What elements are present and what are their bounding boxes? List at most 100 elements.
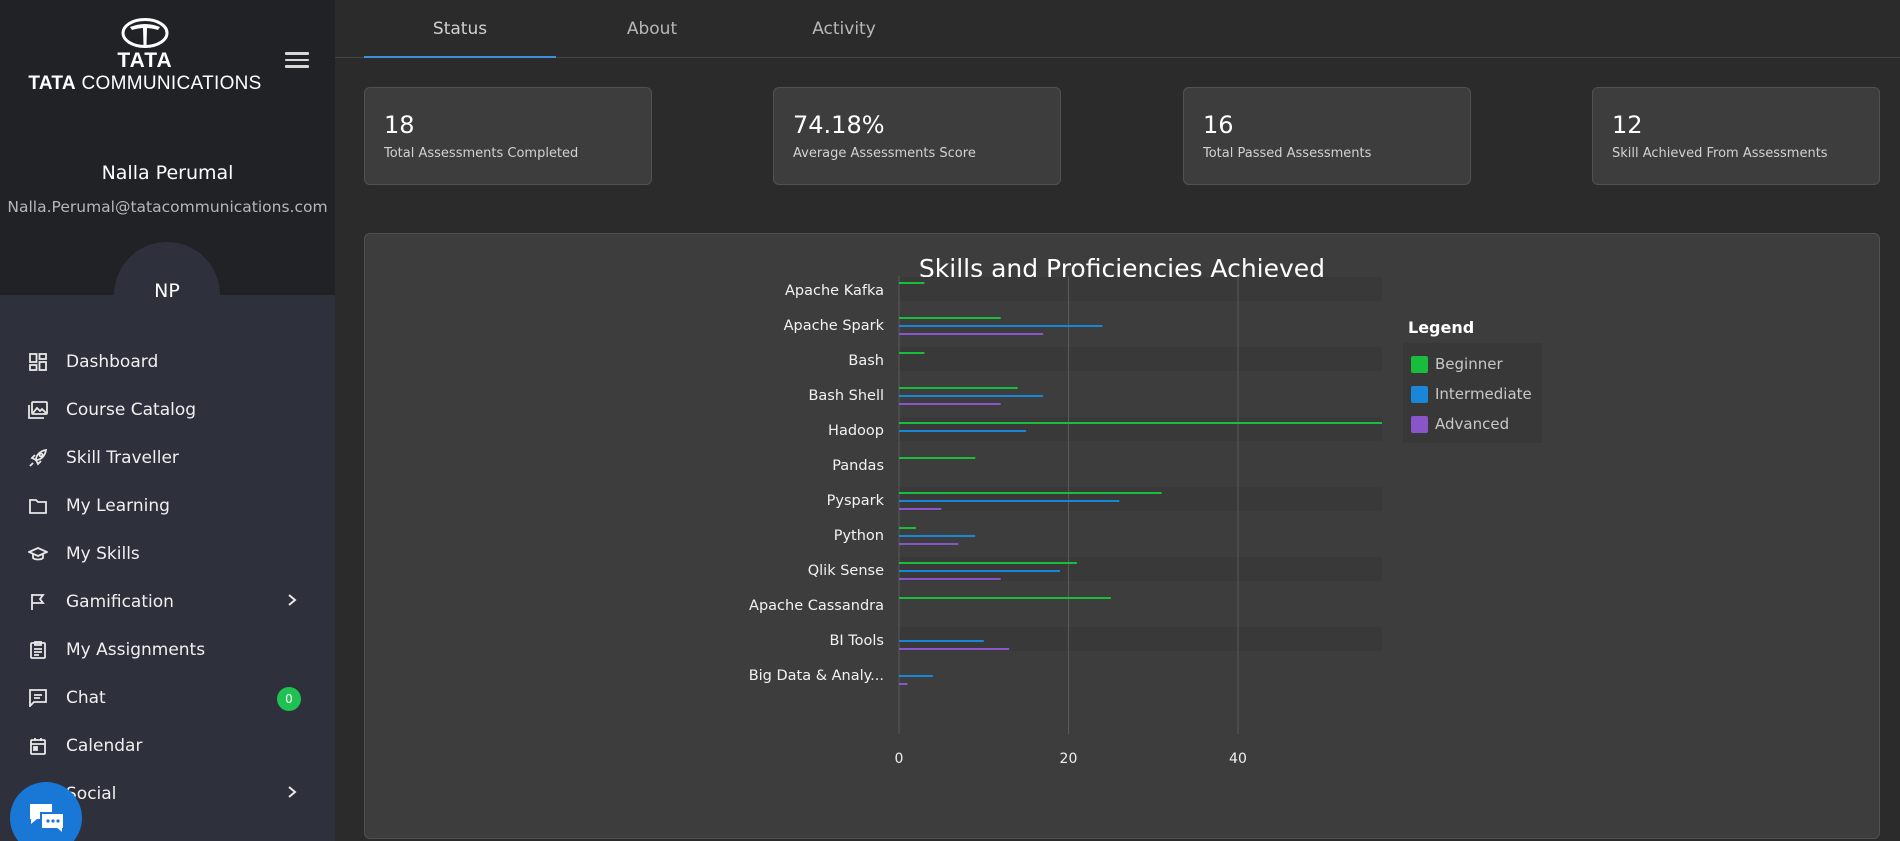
legend-box: Beginner Intermediate Advanced	[1403, 343, 1542, 443]
category-label: Apache Kafka	[785, 283, 884, 299]
bar-advanced[interactable]	[899, 683, 908, 685]
category-label: Hadoop	[828, 423, 884, 439]
flag-icon	[28, 592, 48, 612]
category-label: Apache Cassandra	[749, 598, 884, 614]
bar-beginner[interactable]	[899, 562, 1077, 564]
row-band	[899, 557, 1382, 581]
chart-legend: Legend Beginner Intermediate Advanced	[1403, 318, 1542, 443]
legend-label: Intermediate	[1435, 385, 1532, 403]
category-label: Apache Spark	[784, 318, 885, 334]
user-name: Nalla Perumal	[101, 162, 234, 184]
bar-beginner[interactable]	[899, 282, 925, 284]
legend-swatch	[1411, 415, 1428, 433]
stat-label: Average Assessments Score	[793, 146, 976, 161]
avatar[interactable]: NP	[114, 242, 220, 348]
category-label: Pandas	[832, 458, 884, 474]
legend-item-advanced[interactable]: Advanced	[1411, 409, 1532, 439]
sidebar-item-calendar[interactable]: Calendar	[0, 722, 335, 770]
bar-advanced[interactable]	[899, 333, 1044, 335]
stat-label: Total Passed Assessments	[1203, 146, 1372, 161]
tata-communications-logo[interactable]: TATA TATA COMMUNICATIONS	[20, 18, 270, 103]
sidebar-item-my-skills[interactable]: My Skills	[0, 530, 335, 578]
stat-card-average-score: 74.18% Average Assessments Score	[773, 87, 1061, 185]
stat-label: Total Assessments Completed	[384, 146, 579, 161]
sidebar-item-course-catalog[interactable]: Course Catalog	[0, 386, 335, 434]
bar-beginner[interactable]	[899, 317, 1001, 319]
sidebar-item-my-assignments[interactable]: My Assignments	[0, 626, 335, 674]
row-band	[899, 417, 1382, 441]
sidebar-item-label: Course Catalog	[66, 400, 197, 420]
bar-intermediate[interactable]	[899, 500, 1120, 502]
chevron-right-icon[interactable]	[287, 785, 297, 799]
sidebar-item-skill-traveller[interactable]: Skill Traveller	[0, 434, 335, 482]
bar-intermediate[interactable]	[899, 430, 1027, 432]
row-band	[899, 627, 1382, 651]
tab-status[interactable]: Status	[364, 0, 556, 58]
stat-label: Skill Achieved From Assessments	[1612, 146, 1828, 161]
tab-about[interactable]: About	[556, 0, 748, 58]
sidebar: TATA TATA COMMUNICATIONS Nalla Perumal N…	[0, 0, 335, 841]
sidebar-item-gamification[interactable]: Gamification	[0, 578, 335, 626]
legend-swatch	[1411, 355, 1428, 373]
legend-item-beginner[interactable]: Beginner	[1411, 349, 1532, 379]
bar-intermediate[interactable]	[899, 570, 1060, 572]
bar-beginner[interactable]	[899, 527, 916, 529]
stat-card-assessments-completed: 18 Total Assessments Completed	[364, 87, 652, 185]
sidebar-item-dashboard[interactable]: Dashboard	[0, 338, 335, 386]
legend-title: Legend	[1408, 318, 1475, 337]
chevron-right-icon[interactable]	[287, 593, 297, 607]
tab-activity[interactable]: Activity	[748, 0, 940, 58]
x-tick-label: 40	[1229, 751, 1247, 767]
bar-beginner[interactable]	[899, 492, 1162, 494]
sidebar-item-label: Skill Traveller	[66, 448, 179, 468]
bar-intermediate[interactable]	[899, 325, 1103, 327]
tata-logo-icon	[121, 18, 169, 48]
bar-advanced[interactable]	[899, 648, 1010, 650]
clipboard-icon	[28, 640, 48, 660]
stat-card-passed-assessments: 16 Total Passed Assessments	[1183, 87, 1471, 185]
bar-intermediate[interactable]	[899, 640, 984, 642]
bar-intermediate[interactable]	[899, 675, 933, 677]
menu-toggle-icon[interactable]	[285, 52, 309, 70]
sidebar-item-my-learning[interactable]: My Learning	[0, 482, 335, 530]
bar-advanced[interactable]	[899, 403, 1001, 405]
sidebar-item-chat[interactable]: Chat 0	[0, 674, 335, 722]
stat-value: 16	[1203, 111, 1234, 139]
bar-beginner[interactable]	[899, 422, 1382, 424]
calendar-icon	[28, 736, 48, 756]
stat-card-skills-achieved: 12 Skill Achieved From Assessments	[1592, 87, 1880, 185]
category-label: Bash	[848, 353, 884, 369]
legend-label: Beginner	[1435, 355, 1503, 373]
bar-advanced[interactable]	[899, 543, 959, 545]
skills-bar-chart: 0 20 40 Apache Kafka Apache Spark Bash Bash Sh…	[749, 276, 1382, 767]
bar-beginner[interactable]	[899, 387, 1018, 389]
bar-beginner[interactable]	[899, 457, 976, 459]
bar-beginner[interactable]	[899, 352, 925, 354]
rocket-icon	[28, 448, 48, 468]
stat-value: 74.18%	[793, 111, 885, 139]
category-label: Python	[834, 528, 884, 544]
category-label: Pyspark	[827, 493, 885, 509]
bar-intermediate[interactable]	[899, 535, 976, 537]
bar-advanced[interactable]	[899, 578, 1001, 580]
sidebar-item-label: Gamification	[66, 592, 174, 612]
sidebar-item-label: My Learning	[66, 496, 170, 516]
bar-beginner[interactable]	[899, 597, 1111, 599]
sidebar-item-label: Calendar	[66, 736, 143, 756]
stat-value: 12	[1612, 111, 1643, 139]
category-label: BI Tools	[829, 633, 884, 649]
row-band	[899, 277, 1382, 301]
x-tick-label: 20	[1060, 751, 1078, 767]
sidebar-nav: Dashboard Course Catalog Skill Traveller…	[0, 338, 335, 818]
bar-advanced[interactable]	[899, 508, 942, 510]
graduation-cap-icon	[28, 544, 48, 564]
bar-intermediate[interactable]	[899, 395, 1044, 397]
skills-chart-panel: Skills and Proficiencies Achieved 0 20 40 A…	[364, 233, 1880, 839]
image-stack-icon	[28, 400, 48, 420]
dashboard-icon	[28, 352, 48, 372]
sidebar-item-label: My Assignments	[66, 640, 206, 660]
stat-value: 18	[384, 111, 415, 139]
chat-bubbles-icon	[30, 804, 65, 835]
legend-item-intermediate[interactable]: Intermediate	[1411, 379, 1532, 409]
chat-unread-badge: 0	[277, 687, 301, 711]
